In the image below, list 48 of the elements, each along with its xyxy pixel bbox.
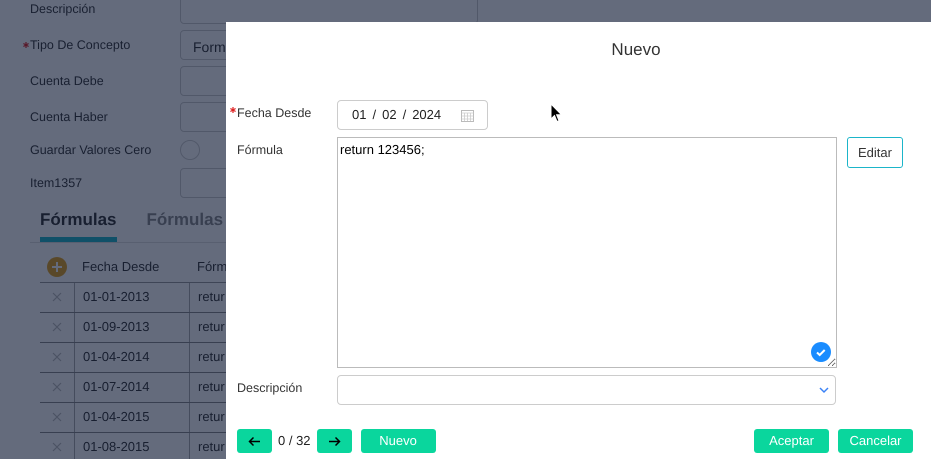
delete-icon[interactable] bbox=[52, 412, 62, 422]
field-label: Fórmula bbox=[237, 143, 283, 157]
table-cell-text: 01-01-2013 bbox=[83, 288, 150, 306]
tab[interactable]: Fórmulas bbox=[40, 207, 117, 242]
dialog-title: Nuevo bbox=[611, 40, 661, 59]
date-field[interactable]: 01 / 02 / 2024 bbox=[337, 100, 488, 130]
field-label: Descripción bbox=[237, 381, 302, 395]
table-cell-text: retur bbox=[198, 348, 225, 366]
field-label: Cuenta Haber bbox=[30, 110, 108, 124]
delete-icon[interactable] bbox=[52, 292, 62, 302]
formula-field[interactable]: return 123456; bbox=[337, 137, 837, 368]
arrow-right-icon bbox=[328, 436, 341, 448]
arrow-button[interactable] bbox=[316, 429, 352, 453]
field-label: Item1357 bbox=[30, 176, 82, 190]
check-icon bbox=[811, 342, 831, 362]
table-cell-text: 01-09-2013 bbox=[83, 318, 150, 336]
delete-icon[interactable] bbox=[52, 322, 62, 332]
table-cell-text: retur bbox=[198, 408, 225, 426]
arrow-left-icon bbox=[248, 436, 261, 448]
accept-button[interactable]: Aceptar bbox=[754, 429, 829, 453]
edit-button[interactable]: Editar bbox=[847, 137, 903, 168]
chevron-icon[interactable] bbox=[819, 386, 829, 394]
add-icon[interactable] bbox=[47, 257, 67, 277]
field-label: Guardar Valores Cero bbox=[30, 142, 152, 157]
mouse-cursor-icon bbox=[550, 103, 563, 123]
calendar-icon[interactable] bbox=[461, 109, 474, 122]
new-button[interactable]: Nuevo bbox=[360, 429, 436, 453]
column-header: Fórm bbox=[197, 258, 228, 276]
table-cell-text: 01-08-2015 bbox=[83, 438, 150, 456]
table-cell-text: 01-04-2014 bbox=[83, 348, 150, 366]
arrow-button[interactable] bbox=[237, 429, 272, 453]
table-cell-text: retur bbox=[198, 318, 225, 336]
field-label: Descripción bbox=[30, 2, 96, 16]
column-header: Fecha Desde bbox=[82, 258, 160, 276]
cancel-button[interactable]: Cancelar bbox=[838, 429, 913, 453]
table-cell-text: 01-07-2014 bbox=[83, 378, 150, 396]
field-label: Tipo De Concepto bbox=[30, 38, 130, 52]
page-counter: 0 / 32 bbox=[278, 432, 311, 450]
select-field[interactable] bbox=[337, 375, 836, 405]
field-label: Fecha Desde bbox=[237, 106, 312, 120]
delete-icon[interactable] bbox=[52, 442, 62, 452]
field-label: Cuenta Debe bbox=[30, 74, 104, 88]
delete-icon[interactable] bbox=[52, 352, 62, 362]
table-cell-text: retur bbox=[198, 438, 225, 456]
delete-icon[interactable] bbox=[52, 382, 62, 392]
table-cell-text: retur bbox=[198, 288, 225, 306]
table-cell-text: retur bbox=[198, 378, 225, 396]
table-cell-text: 01-04-2015 bbox=[83, 408, 150, 426]
